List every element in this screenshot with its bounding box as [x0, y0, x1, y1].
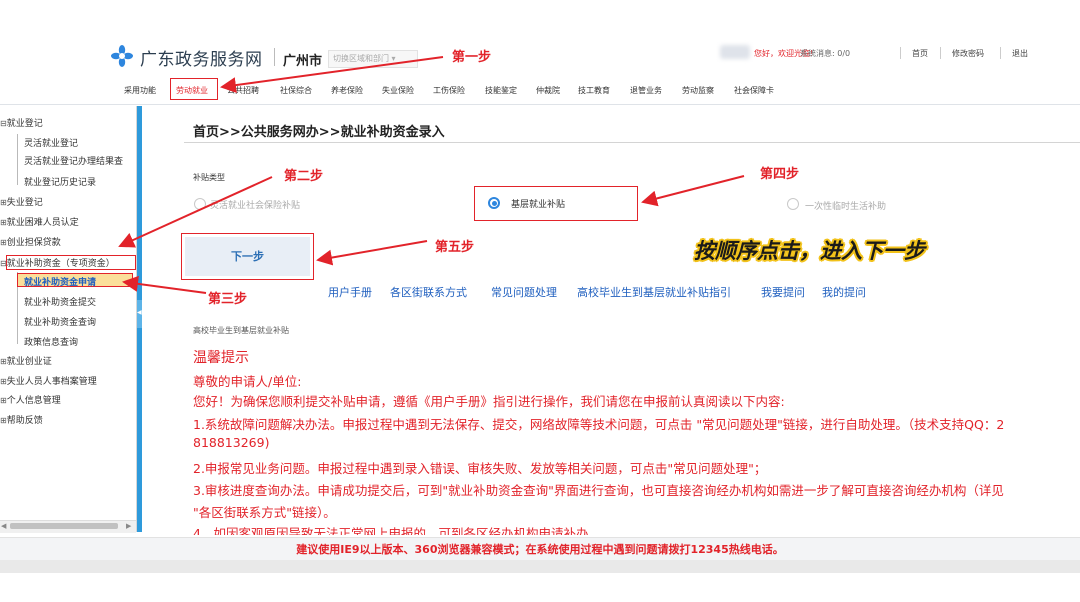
instruction-banner: 按顺序点击，进入下一步	[694, 239, 925, 263]
step1-arrow	[220, 56, 444, 94]
step5-label: 第五步	[435, 240, 475, 255]
step2-arrow	[118, 176, 273, 248]
step4-arrow	[641, 175, 745, 207]
step3-label: 第三步	[208, 292, 248, 307]
annotation-arrows	[118, 56, 745, 294]
step5-arrow	[316, 240, 428, 266]
step4-label: 第四步	[760, 167, 800, 182]
step2-label: 第二步	[284, 169, 324, 184]
step3-arrow	[122, 275, 207, 294]
step1-label: 第一步	[452, 50, 492, 65]
